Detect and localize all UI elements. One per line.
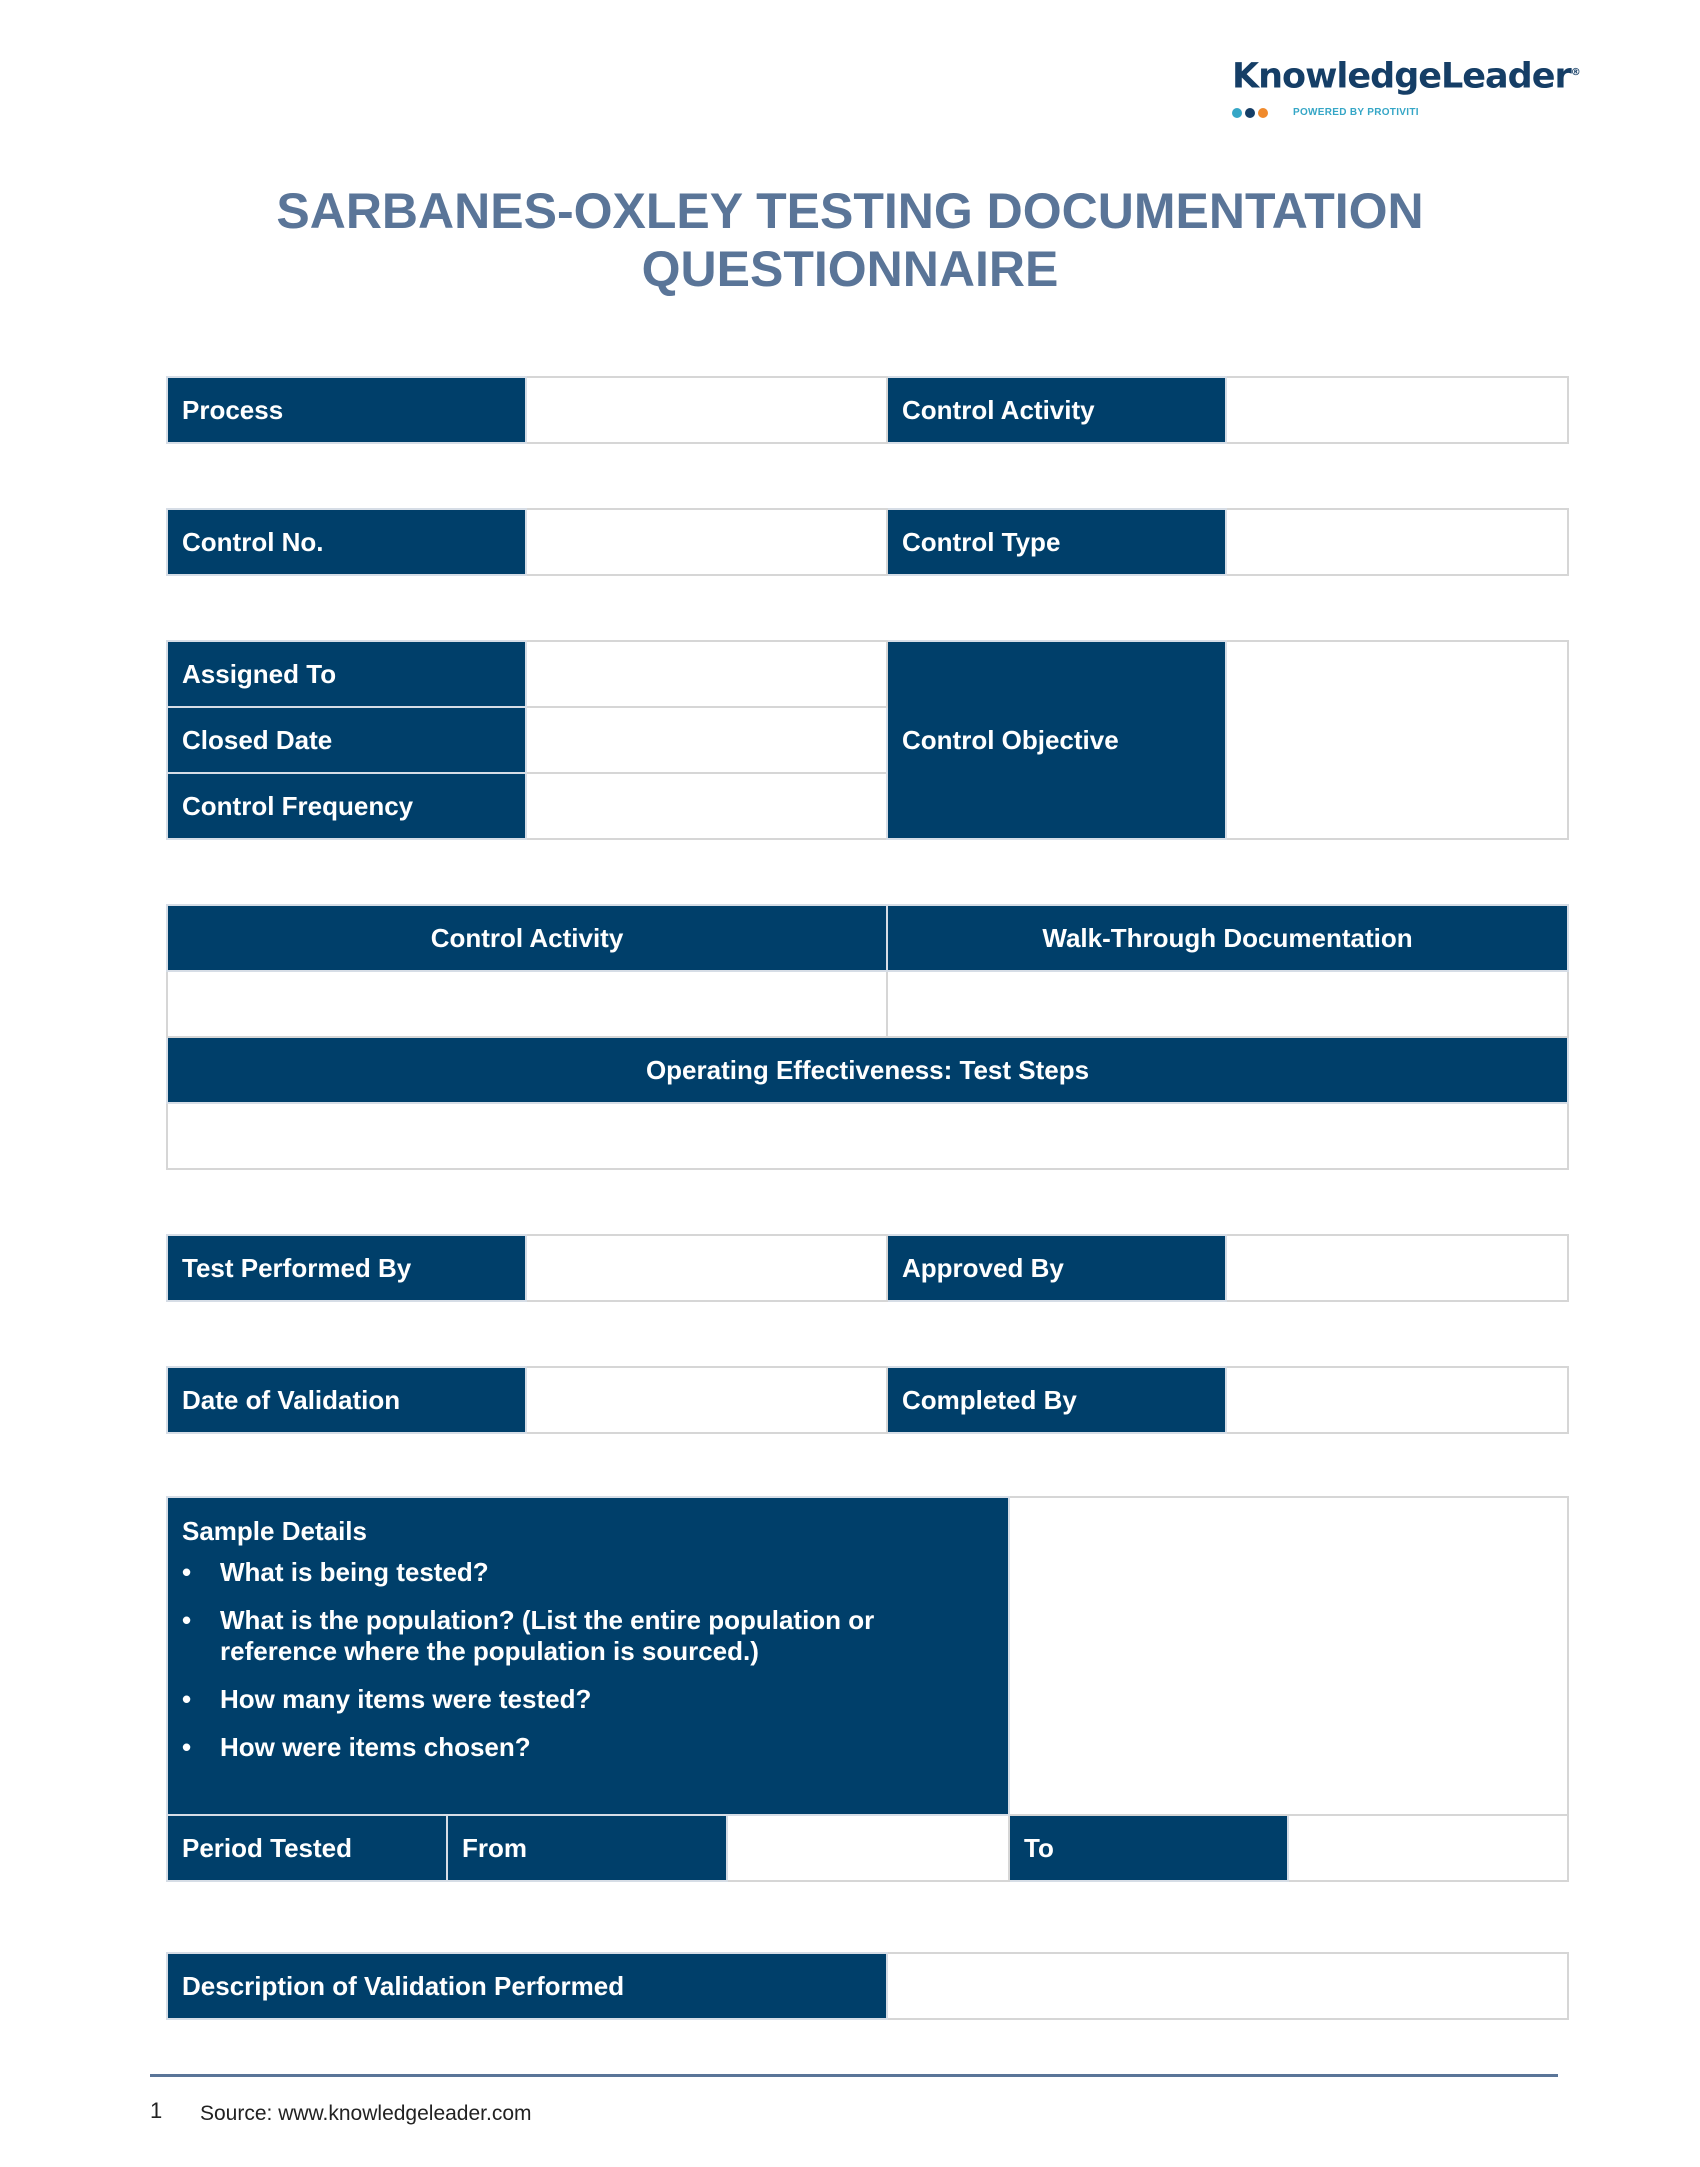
logo-tagline: POWERED BY PROTIVITI <box>1293 107 1419 119</box>
closed-date-label: Closed Date <box>166 706 527 774</box>
control-frequency-field[interactable] <box>525 772 888 840</box>
control-frequency-label: Control Frequency <box>166 772 527 840</box>
walkthrough-field[interactable] <box>886 970 1569 1038</box>
sample-details-cell: Sample Details • What is being tested? • W… <box>165 1496 1011 1816</box>
page-title-line-2: QUESTIONNAIRE <box>641 241 1059 297</box>
page-number: 1 <box>150 2098 163 2123</box>
control-activity-header: Control Activity <box>166 904 888 972</box>
sample-question: • How were items chosen? <box>182 1732 531 1762</box>
page-title-line-1: SARBANES-OXLEY TESTING DOCUMENTATION <box>276 183 1424 239</box>
sample-details-field[interactable] <box>1008 1496 1570 1816</box>
logo-dot-navy-icon <box>1245 107 1255 118</box>
control-objective-field[interactable] <box>1225 640 1569 840</box>
sample-question: • What is being tested? <box>182 1557 489 1587</box>
control-objective-label: Control Objective <box>886 640 1227 840</box>
control-table: Control No. Control Type <box>166 508 1569 576</box>
process-table: Process Control Activity <box>166 376 1569 444</box>
logo-dot-orange-icon <box>1258 107 1268 118</box>
description-of-validation-label: Description of Validation Performed <box>166 1952 888 2020</box>
registered-mark: ® <box>1570 67 1581 78</box>
control-no-label: Control No. <box>166 508 527 576</box>
from-label: From <box>446 1814 728 1882</box>
completed-by-field[interactable] <box>1225 1366 1569 1434</box>
approved-by-label: Approved By <box>886 1234 1227 1302</box>
logo-dot-teal-icon <box>1232 107 1242 118</box>
description-table: Description of Validation Performed <box>166 1952 1569 2020</box>
signoff-table: Test Performed By Approved By <box>166 1234 1569 1302</box>
bullet-icon: • <box>182 1557 192 1587</box>
knowledgeleader-logo: KnowledgeLeader® POWERED BY PROTIVITI <box>1232 52 1592 120</box>
test-steps-header: Operating Effectiveness: Test Steps <box>166 1036 1569 1104</box>
test-steps-field[interactable] <box>166 1102 1569 1170</box>
to-label: To <box>1008 1814 1290 1882</box>
assigned-to-field[interactable] <box>525 640 888 708</box>
closed-date-field[interactable] <box>525 706 888 774</box>
test-performed-by-label: Test Performed By <box>166 1234 527 1302</box>
sample-details-title: Sample Details <box>182 1516 367 1546</box>
walkthrough-header: Walk-Through Documentation <box>886 904 1569 972</box>
control-no-field[interactable] <box>525 508 888 576</box>
control-activity-label: Control Activity <box>886 376 1227 444</box>
logo-wordmark: KnowledgeLeader <box>1232 56 1572 97</box>
walkthrough-table: Control Activity Walk-Through Documentat… <box>166 904 1569 1170</box>
date-of-validation-label: Date of Validation <box>166 1366 527 1434</box>
approved-by-field[interactable] <box>1225 1234 1569 1302</box>
sample-question: • What is the population? (List the entir… <box>182 1605 875 1666</box>
sample-question: • How many items were tested? <box>182 1684 592 1714</box>
bullet-icon: • <box>182 1605 192 1635</box>
assigned-to-label: Assigned To <box>166 640 527 708</box>
bullet-icon: • <box>182 1732 192 1762</box>
to-date-field[interactable] <box>1287 1814 1570 1882</box>
test-performed-by-field[interactable] <box>525 1234 888 1302</box>
source-footnote: Source: www.knowledgeleader.com <box>200 2102 532 2125</box>
bullet-icon: • <box>182 1684 192 1714</box>
page-title: SARBANES-OXLEY TESTING DOCUMENTATION QUE… <box>0 182 1700 298</box>
control-activity-field[interactable] <box>1225 376 1569 444</box>
sample-table: Sample Details • What is being tested? • W… <box>165 1496 1570 1882</box>
control-type-label: Control Type <box>886 508 1227 576</box>
description-of-validation-field[interactable] <box>886 1952 1569 2020</box>
control-activity-description-field[interactable] <box>166 970 888 1038</box>
control-type-field[interactable] <box>1225 508 1569 576</box>
footer-divider <box>150 2074 1558 2077</box>
assignment-table: Assigned To Control Objective Closed Dat… <box>166 640 1569 840</box>
validation-table: Date of Validation Completed By <box>166 1366 1569 1434</box>
completed-by-label: Completed By <box>886 1366 1227 1434</box>
period-tested-label: Period Tested <box>166 1814 448 1882</box>
sample-questions-list: • What is being tested? • What is the popu… <box>182 1557 994 1763</box>
from-date-field[interactable] <box>725 1814 1011 1882</box>
process-label: Process <box>166 376 527 444</box>
process-field[interactable] <box>525 376 888 444</box>
date-of-validation-field[interactable] <box>525 1366 888 1434</box>
